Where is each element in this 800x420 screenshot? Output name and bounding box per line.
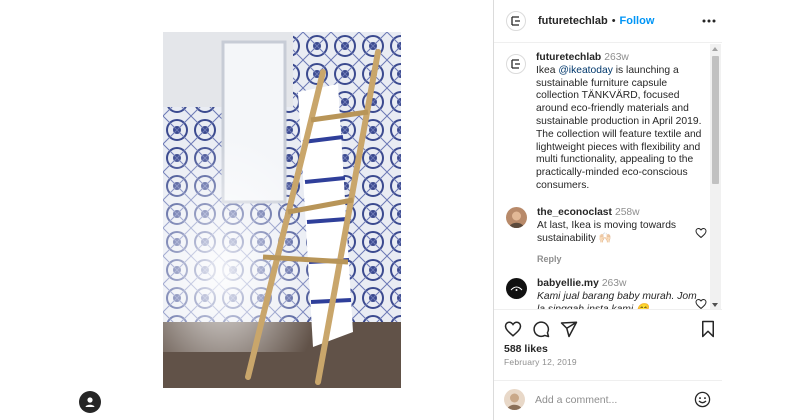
commenter-avatar[interactable]: [506, 278, 527, 299]
follow-button[interactable]: Follow: [620, 15, 655, 27]
bookmark-icon[interactable]: [699, 320, 717, 338]
comment-username[interactable]: the_econoclast: [537, 207, 612, 218]
commenter-avatar[interactable]: [506, 207, 527, 228]
person-icon: [85, 397, 95, 407]
post-date: February 12, 2019: [504, 357, 577, 367]
comments-list[interactable]: futuretechlab 263w Ikea @ikeatoday is lau…: [494, 44, 722, 309]
separator-dot: •: [611, 15, 616, 27]
user-avatar-icon[interactable]: [79, 391, 101, 413]
comment-bubble-icon[interactable]: [532, 320, 550, 338]
current-user-photo: [504, 389, 525, 410]
comment-text: At last, Ikea is moving towards sustaina…: [537, 219, 677, 244]
paper-plane-icon[interactable]: [560, 320, 578, 338]
comment-time: 258w: [614, 207, 640, 218]
caption-mention[interactable]: @ikeatoday: [558, 65, 613, 76]
add-comment-input[interactable]: [535, 392, 685, 408]
comment-time: 263w: [601, 278, 627, 289]
caption-text-before: Ikea: [536, 64, 559, 76]
likes-count[interactable]: 588 likes: [504, 343, 548, 355]
author-username[interactable]: futuretechlab: [538, 15, 608, 27]
post-image[interactable]: [163, 32, 401, 388]
caption-author-avatar[interactable]: [506, 54, 526, 74]
comment-body: babyellie.my 263w Kami jual barang baby m…: [537, 278, 697, 309]
smiley-icon[interactable]: [694, 391, 711, 408]
comment-bar-divider: [494, 380, 722, 381]
post-image-illustration: [163, 32, 401, 388]
comment-item: babyellie.my 263w Kami jual barang baby m…: [506, 278, 711, 309]
more-options-icon[interactable]: [701, 13, 717, 29]
comment-like-heart-icon[interactable]: [695, 227, 707, 239]
commenter-photo: [506, 207, 527, 228]
post-details-pane: futuretechlab • Follow futuretechlab 263w…: [494, 0, 800, 420]
author-avatar[interactable]: [506, 11, 526, 31]
heart-icon[interactable]: [504, 320, 522, 338]
post-caption: futuretechlab 263w Ikea @ikeatoday is lau…: [506, 52, 711, 193]
comment-body: the_econoclast 258w At last, Ikea is movi…: [537, 207, 697, 266]
post-media-pane: [0, 0, 493, 420]
comment-username[interactable]: babyellie.my: [537, 278, 599, 289]
caption-time: 263w: [604, 52, 629, 63]
caption-text: futuretechlab 263w Ikea @ikeatoday is lau…: [536, 52, 711, 193]
comment-like-heart-icon[interactable]: [695, 298, 707, 309]
scrollbar-thumb[interactable]: [712, 56, 719, 184]
comment-item: the_econoclast 258w At last, Ikea is movi…: [506, 207, 711, 266]
scroll-up-arrow-icon[interactable]: [712, 47, 718, 51]
caption-text-after: is launching a sustainable furniture cap…: [536, 64, 702, 191]
actions-divider: [494, 309, 722, 310]
futuretechlab-logo-icon: [511, 59, 520, 69]
current-user-avatar: [504, 389, 525, 410]
futuretechlab-logo-icon: [511, 16, 520, 26]
scroll-down-arrow-icon[interactable]: [712, 303, 718, 307]
comment-text: Kami jual barang baby murah. Jom la sing…: [537, 290, 697, 309]
comments-scrollbar[interactable]: [710, 44, 721, 310]
caption-username[interactable]: futuretechlab: [536, 52, 601, 63]
babyellie-logo: [506, 278, 527, 299]
post-header: futuretechlab • Follow: [494, 0, 722, 43]
reply-button[interactable]: Reply: [537, 253, 697, 266]
